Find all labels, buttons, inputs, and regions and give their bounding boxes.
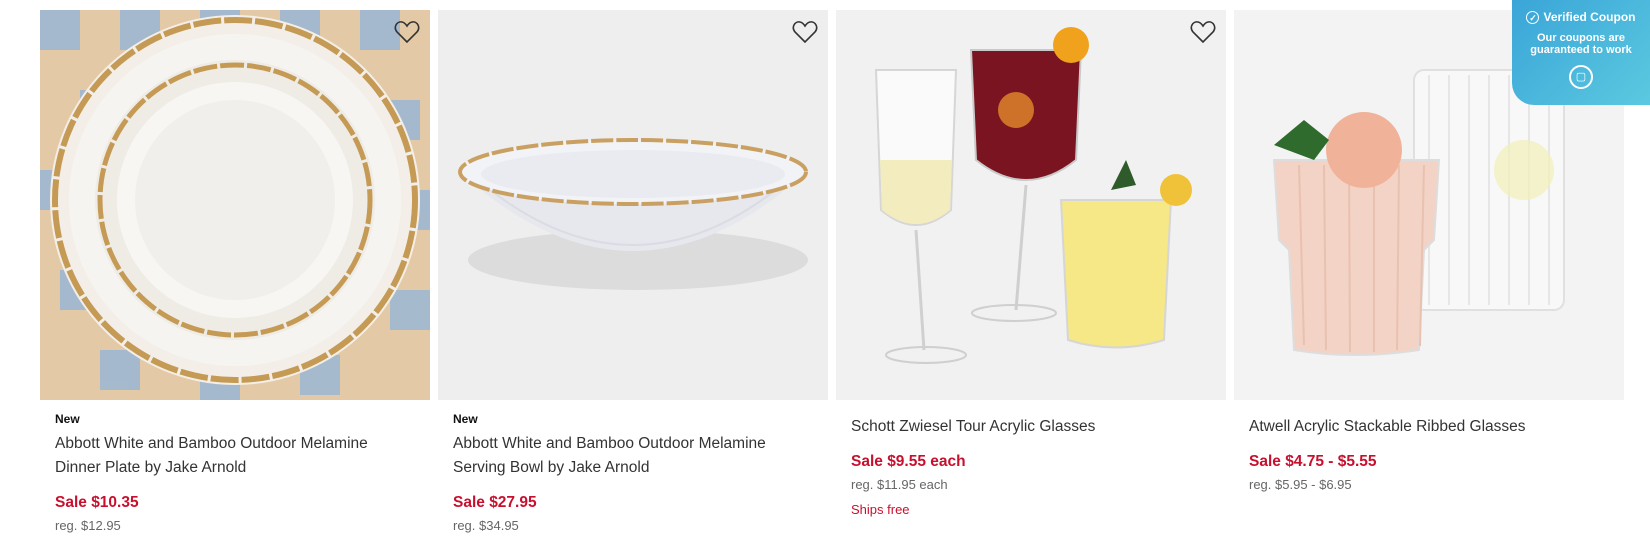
regular-price: reg. $11.95 each	[851, 477, 948, 492]
new-badge: New	[453, 412, 478, 426]
product-title[interactable]: Schott Zwiesel Tour Acrylic Glasses	[851, 415, 1191, 439]
product-title-line: Abbott White and Bamboo Outdoor Melamine	[453, 435, 766, 452]
product-card[interactable]: New Abbott White and Bamboo Outdoor Mela…	[40, 10, 430, 533]
product-title[interactable]: Abbott White and Bamboo Outdoor Melamine…	[55, 432, 395, 480]
coupon-subtitle: Our coupons are guaranteed to work	[1530, 32, 1632, 56]
product-grid: New Abbott White and Bamboo Outdoor Mela…	[0, 0, 1650, 549]
favorite-heart-icon[interactable]	[792, 20, 818, 44]
sale-price: Sale $10.35	[55, 494, 139, 511]
coupon-header: ✓ Verified Coupon	[1512, 10, 1650, 24]
favorite-heart-icon[interactable]	[1190, 20, 1216, 44]
check-circle-icon: ✓	[1526, 10, 1540, 24]
regular-price: reg. $34.95	[453, 518, 519, 533]
regular-price: reg. $5.95 - $6.95	[1249, 477, 1352, 492]
favorite-heart-icon[interactable]	[394, 20, 420, 44]
product-title[interactable]: Atwell Acrylic Stackable Ribbed Glasses	[1249, 415, 1589, 439]
ships-free-label: Ships free	[851, 502, 910, 517]
chat-bubble-icon[interactable]: ▢	[1569, 65, 1593, 89]
regular-price: reg. $12.95	[55, 518, 121, 533]
product-card[interactable]: Schott Zwiesel Tour Acrylic Glasses Sale…	[836, 10, 1226, 517]
verified-coupon-widget[interactable]: ✓ Verified Coupon Our coupons are guaran…	[1512, 0, 1650, 105]
product-image-dinner-plate[interactable]	[40, 10, 430, 400]
product-image-acrylic-glasses[interactable]	[836, 10, 1226, 400]
sale-price: Sale $27.95	[453, 494, 537, 511]
product-image-serving-bowl[interactable]	[438, 10, 828, 400]
sale-price: Sale $9.55 each	[851, 453, 966, 470]
new-badge: New	[55, 412, 80, 426]
product-card[interactable]: New Abbott White and Bamboo Outdoor Mela…	[438, 10, 828, 533]
product-title-line: Dinner Plate by Jake Arnold	[55, 459, 247, 476]
product-title[interactable]: Abbott White and Bamboo Outdoor Melamine…	[453, 432, 793, 480]
coupon-title: Verified Coupon	[1543, 10, 1636, 24]
product-title-line: Abbott White and Bamboo Outdoor Melamine	[55, 435, 368, 452]
product-title-line: Serving Bowl by Jake Arnold	[453, 459, 650, 476]
sale-price: Sale $4.75 - $5.55	[1249, 453, 1377, 470]
